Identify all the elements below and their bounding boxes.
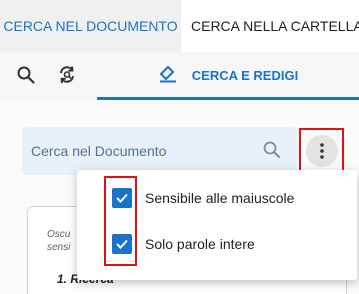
result-snippet-line-1: Oscu <box>47 229 71 240</box>
eraser-icon <box>158 63 178 88</box>
tab-search-folder[interactable]: CERCA NELLA CARTELLA <box>181 0 359 52</box>
search-field-icon[interactable] <box>262 140 282 160</box>
refresh-search-icon[interactable] <box>57 64 79 86</box>
menu-item-label: Solo parole intere <box>145 236 255 252</box>
search-placeholder: Cerca nel Documento <box>31 143 167 159</box>
tab-search-folder-label: CERCA NELLA CARTELLA <box>191 18 359 34</box>
more-vert-icon <box>305 134 338 167</box>
search-icon[interactable] <box>15 64 37 86</box>
top-tabs-bar: CERCA NEL DOCUMENTO CERCA NELLA CARTELLA <box>0 0 359 52</box>
result-snippet-line-2: sensi <box>47 242 71 253</box>
tab-search-document-label: CERCA NEL DOCUMENTO <box>3 18 178 34</box>
active-tab-indicator <box>97 97 359 100</box>
tab-search-and-redact-label: CERCA E REDIGI <box>191 68 299 83</box>
more-options-button[interactable] <box>299 128 344 173</box>
menu-item-label: Sensibile alle maiuscole <box>145 190 295 206</box>
checkbox-highlight-frame <box>104 176 137 266</box>
tab-search-and-redact[interactable]: CERCA E REDIGI <box>97 52 359 99</box>
tab-search-document[interactable]: CERCA NEL DOCUMENTO <box>0 0 181 52</box>
